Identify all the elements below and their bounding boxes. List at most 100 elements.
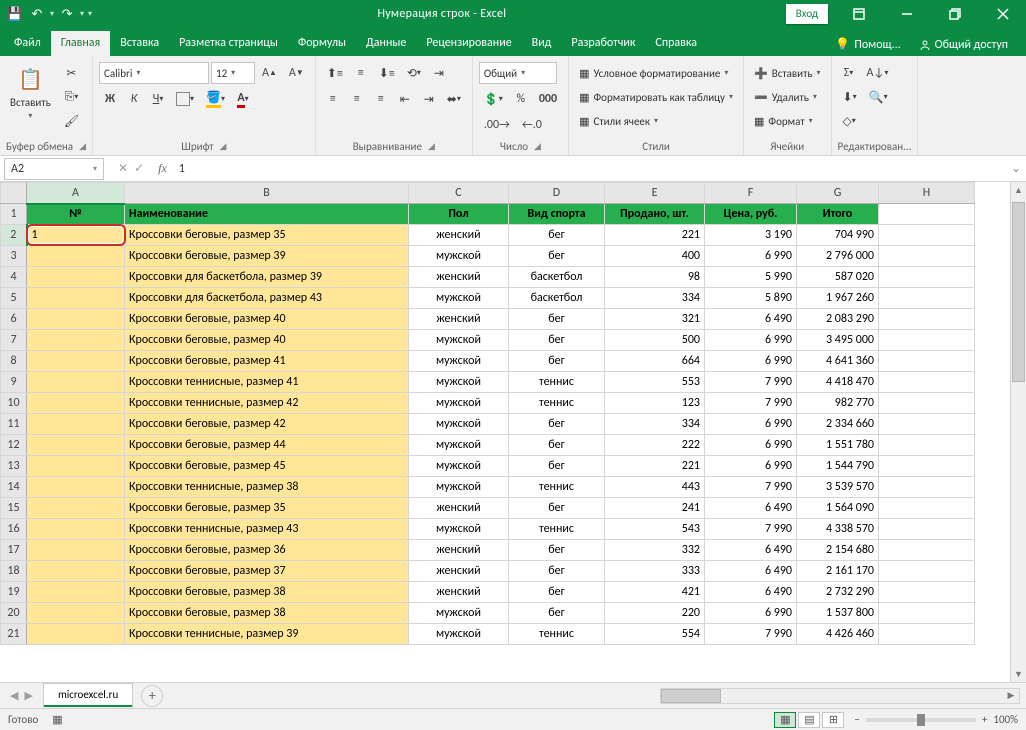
cell[interactable]: 6 990	[705, 246, 797, 267]
sheet-prev-icon[interactable]: ◀	[10, 689, 18, 702]
increase-decimal-button[interactable]: .00→	[479, 114, 515, 136]
align-bottom-button[interactable]: ⬇≡	[374, 62, 400, 84]
cell[interactable]	[27, 561, 125, 582]
cell[interactable]: бег	[509, 456, 605, 477]
autosum-button[interactable]: Σ▾	[838, 62, 860, 84]
row-header[interactable]: 2	[1, 225, 27, 246]
cell[interactable]	[879, 540, 975, 561]
cell[interactable]	[27, 309, 125, 330]
cell[interactable]: 7 990	[705, 393, 797, 414]
tab-home[interactable]: Главная	[51, 31, 110, 56]
cell[interactable]: 2 161 170	[797, 561, 879, 582]
dialog-launcher-icon[interactable]: ◢	[428, 141, 435, 152]
page-break-view-button[interactable]: ⊞	[822, 712, 844, 728]
cell[interactable]: женский	[409, 225, 509, 246]
cell[interactable]	[879, 498, 975, 519]
format-cells-button[interactable]: ▦ Формат▾	[750, 110, 817, 132]
cell[interactable]: Кроссовки беговые, размер 39	[125, 246, 409, 267]
cell[interactable]: женский	[409, 267, 509, 288]
cell[interactable]: Кроссовки для баскетбола, размер 39	[125, 267, 409, 288]
cell[interactable]: Кроссовки теннисные, размер 38	[125, 477, 409, 498]
cell[interactable]: баскетбол	[509, 267, 605, 288]
zoom-out-button[interactable]: −	[854, 713, 859, 726]
tab-review[interactable]: Рецензирование	[416, 31, 521, 56]
cell[interactable]: 1	[27, 225, 125, 246]
cell[interactable]	[879, 477, 975, 498]
tab-developer[interactable]: Разработчик	[561, 31, 645, 56]
cell[interactable]: 543	[605, 519, 705, 540]
cell[interactable]: бег	[509, 540, 605, 561]
tab-data[interactable]: Данные	[356, 31, 416, 56]
tab-view[interactable]: Вид	[522, 31, 562, 56]
delete-cells-button[interactable]: ➖ Удалить▾	[750, 86, 821, 108]
table-header-cell[interactable]: Итого	[797, 204, 879, 225]
cell[interactable]: 7 990	[705, 519, 797, 540]
cell[interactable]: 421	[605, 582, 705, 603]
fill-button[interactable]: ⬇▾	[838, 86, 862, 108]
cell[interactable]: мужской	[409, 414, 509, 435]
cell[interactable]	[879, 225, 975, 246]
cell[interactable]: 443	[605, 477, 705, 498]
cell[interactable]: 1 537 800	[797, 603, 879, 624]
cell[interactable]: Кроссовки беговые, размер 44	[125, 435, 409, 456]
cell[interactable]: бег	[509, 414, 605, 435]
column-header[interactable]: E	[605, 183, 705, 204]
cell[interactable]: 333	[605, 561, 705, 582]
cell[interactable]: бег	[509, 603, 605, 624]
expand-formula-icon[interactable]: ⌄	[1006, 161, 1026, 176]
column-header[interactable]: H	[879, 183, 975, 204]
cell[interactable]: теннис	[509, 624, 605, 645]
wrap-text-button[interactable]: ⇥	[428, 62, 450, 84]
cell[interactable]: мужской	[409, 246, 509, 267]
cell[interactable]: женский	[409, 498, 509, 519]
horizontal-scrollbar[interactable]: ◀ ▶	[660, 688, 1020, 704]
new-sheet-button[interactable]: +	[141, 685, 163, 707]
cell[interactable]: Кроссовки беговые, размер 45	[125, 456, 409, 477]
bold-button[interactable]: Ж	[99, 88, 121, 110]
cell[interactable]: Кроссовки беговые, размер 40	[125, 309, 409, 330]
cell[interactable]: 587 020	[797, 267, 879, 288]
cell[interactable]: 220	[605, 603, 705, 624]
accounting-button[interactable]: 💲▾	[479, 88, 508, 110]
row-header[interactable]: 18	[1, 561, 27, 582]
zoom-control[interactable]: − + 100%	[854, 713, 1018, 726]
cell[interactable]: 332	[605, 540, 705, 561]
cell[interactable]: 6 990	[705, 351, 797, 372]
cell[interactable]	[879, 414, 975, 435]
cell[interactable]: теннис	[509, 519, 605, 540]
cell[interactable]: женский	[409, 309, 509, 330]
cell[interactable]: 6 490	[705, 309, 797, 330]
comma-button[interactable]: 000	[534, 88, 562, 110]
align-top-button[interactable]: ⬆≡	[322, 62, 348, 84]
cell[interactable]: Кроссовки теннисные, размер 42	[125, 393, 409, 414]
scroll-right-icon[interactable]: ▶	[1003, 689, 1019, 703]
cell[interactable]: 6 490	[705, 561, 797, 582]
cell[interactable]: 3 495 000	[797, 330, 879, 351]
dropdown-icon[interactable]: ▾	[80, 9, 84, 19]
italic-button[interactable]: К	[123, 88, 145, 110]
cell[interactable]: бег	[509, 330, 605, 351]
cell[interactable]: 500	[605, 330, 705, 351]
save-icon[interactable]: 💾	[6, 5, 24, 23]
borders-button[interactable]: ▾	[171, 88, 199, 110]
cell[interactable]: 6 990	[705, 330, 797, 351]
row-header[interactable]: 17	[1, 540, 27, 561]
column-header[interactable]: C	[409, 183, 509, 204]
increase-indent-button[interactable]: ⇥	[418, 88, 440, 110]
cell[interactable]: 6 990	[705, 456, 797, 477]
row-header[interactable]: 4	[1, 267, 27, 288]
cell[interactable]	[27, 519, 125, 540]
accept-formula-icon[interactable]: ✓	[134, 161, 144, 176]
cell[interactable]: мужской	[409, 624, 509, 645]
tab-page-layout[interactable]: Разметка страницы	[169, 31, 288, 56]
worksheet-grid[interactable]: ABCDEFGH1№НаименованиеПолВид спортаПрода…	[0, 182, 1026, 682]
table-header-cell[interactable]: Цена, руб.	[705, 204, 797, 225]
cell[interactable]: 334	[605, 414, 705, 435]
align-right-button[interactable]: ≡	[370, 88, 392, 110]
restore-icon[interactable]	[932, 0, 978, 28]
cell[interactable]: мужской	[409, 456, 509, 477]
scroll-up-icon[interactable]: ▲	[1011, 182, 1026, 198]
font-name-combo[interactable]: Calibri▾	[99, 62, 209, 84]
cell[interactable]: 1 967 260	[797, 288, 879, 309]
cell[interactable]	[879, 603, 975, 624]
